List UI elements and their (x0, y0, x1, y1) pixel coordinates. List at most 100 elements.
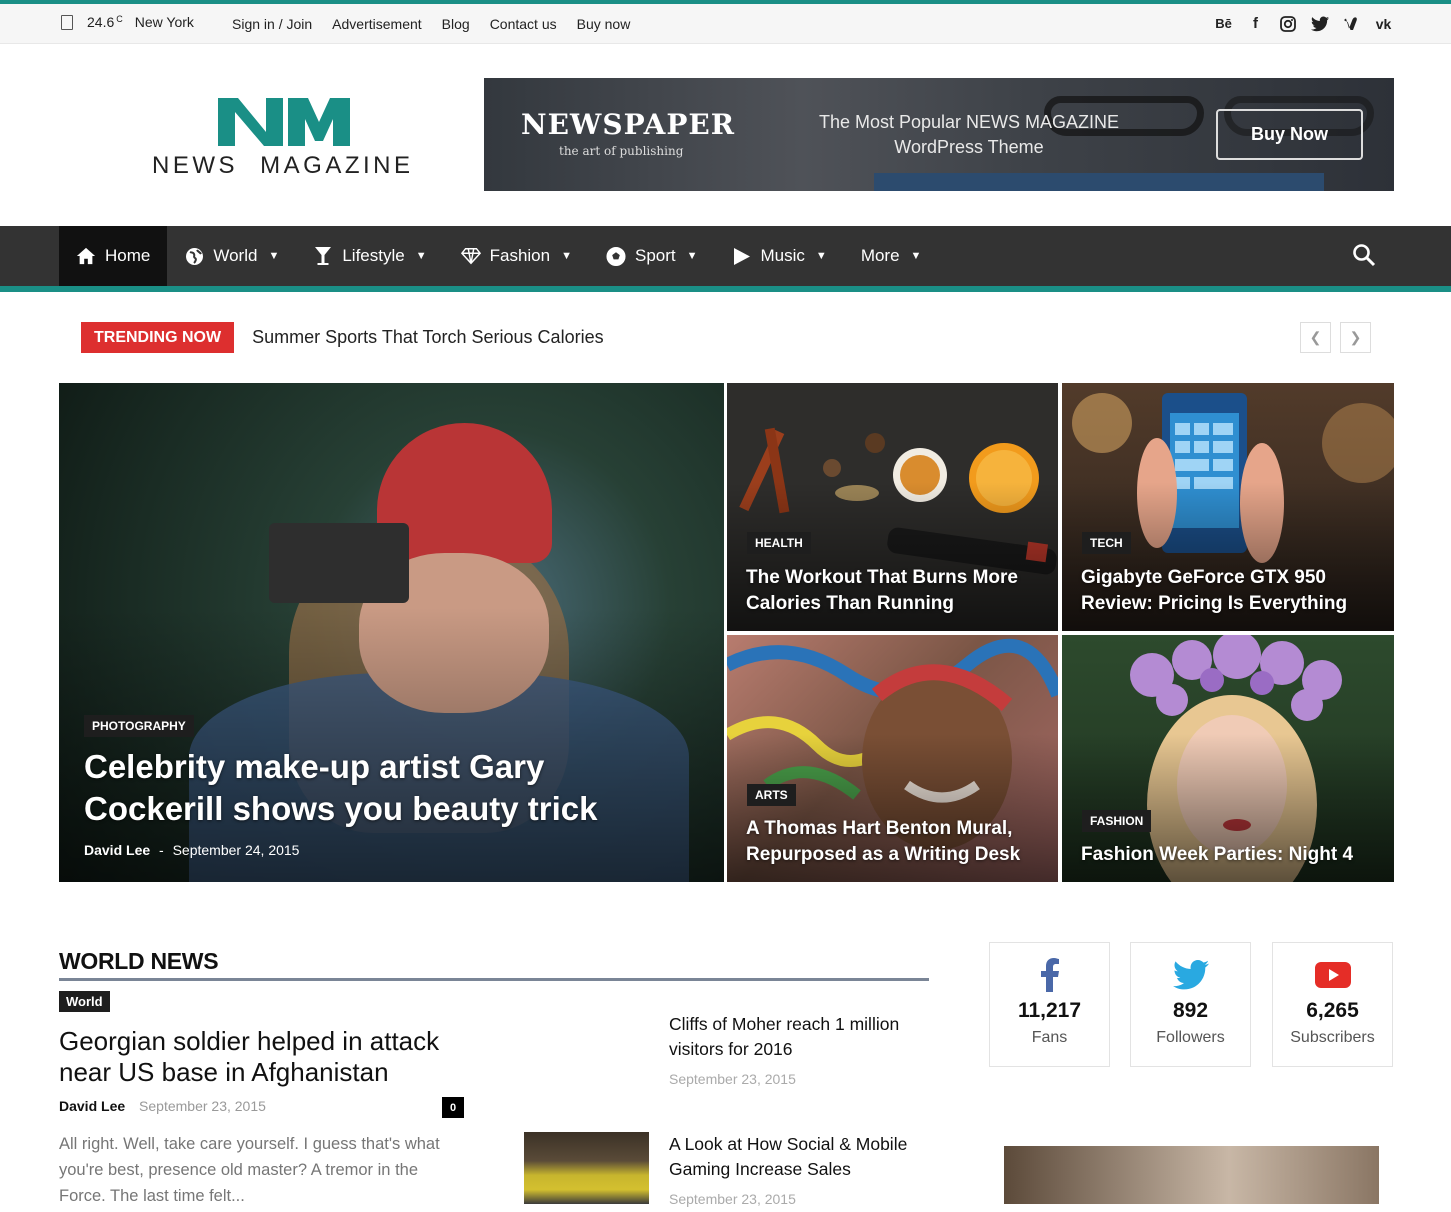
youtube-counter[interactable]: 6,265 Subscribers (1272, 942, 1393, 1067)
trending-badge: TRENDING NOW (81, 322, 235, 353)
side-article-title[interactable]: Cliffs of Moher reach 1 million visitors… (669, 1012, 929, 1062)
youtube-icon (1273, 957, 1392, 993)
nav-sport-label: Sport (634, 246, 676, 265)
chevron-down-icon: ▼ (561, 250, 572, 262)
featured-main-author[interactable]: David Lee (84, 842, 150, 858)
nav-home-label: Home (105, 246, 151, 265)
site-logo[interactable]: NEWS MAGAZINE (150, 96, 410, 186)
play-icon (732, 246, 752, 266)
main-navigation: Home World ▼ Lifestyle ▼ Fashion ▼ Sport… (0, 226, 1451, 292)
twitter-icon[interactable] (1310, 14, 1329, 33)
section-divider (59, 978, 929, 981)
weather-city: New York (134, 14, 194, 30)
side-article: Cliffs of Moher reach 1 million visitors… (669, 1012, 929, 1092)
tile-category[interactable]: TECH (1082, 532, 1131, 554)
twitter-counter[interactable]: 892 Followers (1130, 942, 1251, 1067)
search-icon[interactable] (1352, 243, 1376, 267)
nav-more-label: More (860, 246, 900, 265)
tile-title[interactable]: Gigabyte GeForce GTX 950 Review: Pricing… (1081, 565, 1381, 617)
top-bar: 24.6 C New York Sign in / Join Advertise… (0, 4, 1451, 44)
top-social-icons: Bē f vk (1214, 14, 1393, 33)
weather-widget: 24.6 C New York (61, 14, 194, 30)
vk-icon[interactable]: vk (1374, 14, 1393, 33)
tile-title[interactable]: Fashion Week Parties: Night 4 (1081, 842, 1381, 868)
chevron-down-icon: ▼ (815, 250, 827, 262)
comment-count-badge[interactable]: 0 (442, 1097, 464, 1118)
featured-tile-fashion[interactable]: FASHION Fashion Week Parties: Night 4 (1062, 635, 1394, 882)
top-links: Sign in / Join Advertisement Blog Contac… (232, 16, 630, 32)
featured-main-category[interactable]: PHOTOGRAPHY (84, 715, 194, 737)
ad-tagline: The Most Popular NEWS MAGAZINE WordPress… (804, 110, 1134, 160)
facebook-counter[interactable]: 11,217 Fans (989, 942, 1110, 1067)
lead-author[interactable]: David Lee (59, 1098, 125, 1114)
featured-tile-tech[interactable]: TECH Gigabyte GeForce GTX 950 Review: Pr… (1062, 383, 1394, 631)
tile-category[interactable]: HEALTH (747, 532, 811, 554)
blog-link[interactable]: Blog (442, 16, 470, 32)
trending-headline[interactable]: Summer Sports That Torch Serious Calorie… (252, 327, 603, 348)
tile-title[interactable]: A Thomas Hart Benton Mural, Repurposed a… (746, 816, 1046, 868)
ad-tagline-line2: WordPress Theme (894, 137, 1044, 157)
cocktail-icon (313, 246, 333, 266)
twitter-icon (1131, 957, 1250, 993)
soccer-ball-icon (606, 246, 626, 266)
logo-text: NEWS MAGAZINE (152, 152, 414, 179)
lead-date: September 23, 2015 (139, 1098, 266, 1114)
chevron-down-icon: ▼ (268, 250, 280, 262)
side-article-thumbnail[interactable] (524, 1132, 649, 1204)
nav-more[interactable]: More ▼ (844, 226, 939, 286)
nav-lifestyle[interactable]: Lifestyle ▼ (296, 226, 443, 286)
temperature-unit: C (116, 14, 123, 24)
featured-tile-arts[interactable]: ARTS A Thomas Hart Benton Mural, Repurpo… (727, 635, 1058, 882)
nav-sport[interactable]: Sport ▼ (589, 226, 715, 286)
ad-buy-now-button[interactable]: Buy Now (1216, 109, 1363, 160)
header-ad-banner[interactable]: NEWSPAPER the art of publishing The Most… (484, 78, 1394, 191)
nav-lifestyle-label: Lifestyle (342, 246, 405, 265)
featured-main-article[interactable]: PHOTOGRAPHY Celebrity make-up artist Gar… (59, 383, 724, 882)
globe-icon (184, 246, 204, 266)
youtube-label: Subscribers (1290, 1029, 1375, 1046)
weather-icon (61, 14, 73, 30)
side-article-date: September 23, 2015 (669, 1071, 796, 1087)
featured-main-title[interactable]: Celebrity make-up artist Gary Cockerill … (84, 746, 644, 830)
section-heading: WORLD NEWS (59, 948, 219, 974)
tile-category[interactable]: ARTS (747, 784, 796, 806)
trending-prev-button[interactable]: ❮ (1300, 322, 1331, 353)
lead-title[interactable]: Georgian soldier helped in attack near U… (59, 1026, 479, 1088)
nav-home[interactable]: Home (59, 226, 168, 286)
nav-fashion[interactable]: Fashion ▼ (444, 226, 589, 286)
facebook-label: Fans (1031, 1029, 1068, 1046)
facebook-icon (990, 957, 1109, 993)
trending-next-button[interactable]: ❯ (1340, 322, 1371, 353)
side-article: A Look at How Social & Mobile Gaming Inc… (669, 1132, 929, 1212)
behance-icon[interactable]: Bē (1214, 14, 1233, 33)
side-article-title[interactable]: A Look at How Social & Mobile Gaming Inc… (669, 1132, 929, 1182)
nav-world-label: World (213, 246, 258, 265)
contact-link[interactable]: Contact us (490, 16, 557, 32)
vimeo-icon[interactable] (1342, 14, 1361, 33)
diamond-icon (460, 246, 481, 266)
nav-fashion-label: Fashion (489, 246, 551, 265)
nav-world[interactable]: World ▼ (167, 226, 296, 286)
sign-in-link[interactable]: Sign in / Join (232, 16, 312, 32)
featured-tile-health[interactable]: HEALTH The Workout That Burns More Calor… (727, 383, 1058, 631)
temperature: 24.6 (87, 14, 115, 30)
instagram-icon[interactable] (1278, 14, 1297, 33)
featured-main-meta: David Lee - September 24, 2015 (84, 842, 299, 858)
tile-title[interactable]: The Workout That Burns More Calories Tha… (746, 565, 1046, 617)
trending-bar: TRENDING NOW Summer Sports That Torch Se… (81, 322, 604, 353)
facebook-icon[interactable]: f (1246, 14, 1265, 33)
facebook-count: 11,217 (1017, 999, 1082, 1022)
twitter-count: 892 (1172, 999, 1209, 1022)
meta-separator: - (159, 842, 164, 858)
chevron-down-icon: ▼ (415, 250, 427, 262)
twitter-label: Followers (1156, 1029, 1225, 1046)
tile-category[interactable]: FASHION (1082, 810, 1152, 832)
sidebar-ad-banner[interactable] (1004, 1146, 1379, 1204)
world-news-section: WORLD NEWS (59, 948, 929, 981)
side-article-date: September 23, 2015 (669, 1191, 796, 1207)
advertisement-link[interactable]: Advertisement (332, 16, 421, 32)
nav-music[interactable]: Music ▼ (715, 226, 844, 286)
ad-tagline-line1: The Most Popular NEWS MAGAZINE (818, 112, 1120, 132)
lead-category[interactable]: World (59, 991, 110, 1012)
buy-now-link[interactable]: Buy now (577, 16, 631, 32)
